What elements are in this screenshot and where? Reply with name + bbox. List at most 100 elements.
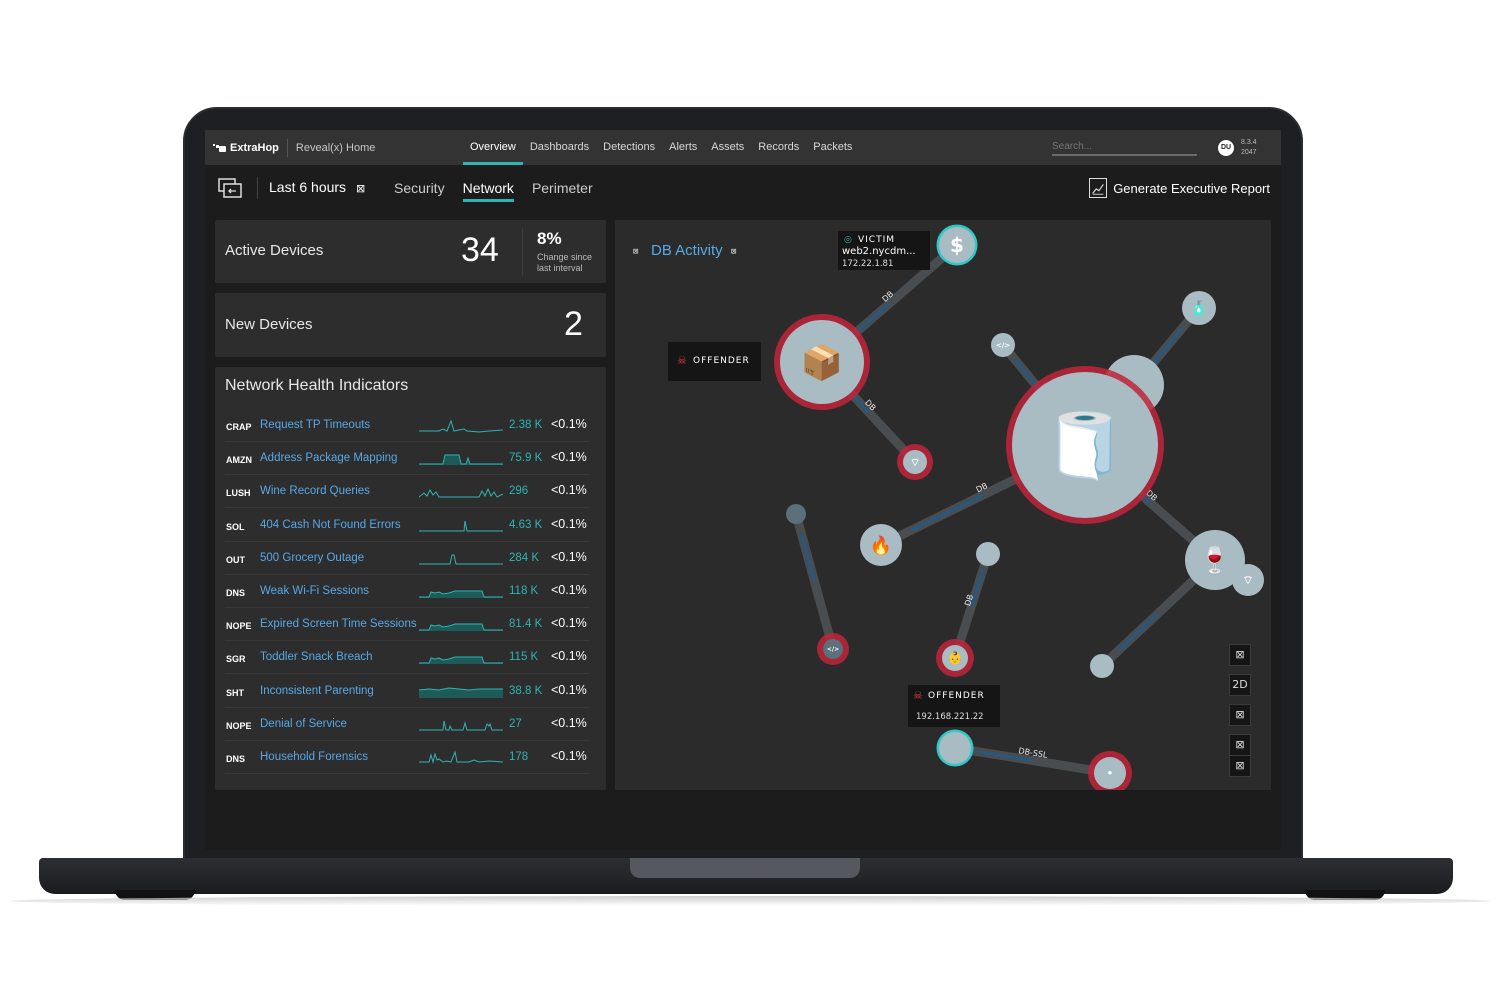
device-node-code[interactable]: </> <box>817 633 849 665</box>
nav-records[interactable]: Records <box>751 130 806 165</box>
indicator-value: 38.8 K <box>509 684 543 697</box>
dollar-icon: $ <box>950 233 964 257</box>
device-node: • <box>1107 769 1113 780</box>
indicator-percent: <0.1% <box>551 682 587 697</box>
indicator-link[interactable]: 500 Grocery Outage <box>260 552 364 564</box>
health-indicator-row[interactable]: NOPE Expired Screen Time Sessions 81.4 K <0… <box>225 608 589 642</box>
health-indicator-row[interactable]: DNS Household Forensics 178 <0.1% <box>225 741 589 774</box>
health-indicator-row[interactable]: AMZN Address Package Mapping 75.9 K <0.1% <box>225 442 589 476</box>
offender-tooltip: ☠ OFFENDER <box>668 342 761 381</box>
indicator-value: 118 K <box>509 585 539 597</box>
traffic-flow <box>911 493 984 532</box>
indicator-link[interactable]: 404 Cash Not Found Errors <box>260 519 401 531</box>
device-node-wifi[interactable]: ⌔ <box>1232 564 1264 596</box>
card-title: Active Devices <box>225 242 324 259</box>
tab-security[interactable]: Security <box>385 165 454 211</box>
brand-logo[interactable]: ExtraHop <box>213 142 279 154</box>
sparkline <box>419 590 503 598</box>
device-node-toilet-paper[interactable]: 🧻 <box>1006 366 1164 524</box>
user-avatar[interactable]: DU <box>1218 140 1234 156</box>
time-range-label: Last 6 hours <box>269 179 347 195</box>
device-node[interactable] <box>976 542 1000 566</box>
offender-ip: 192.168.221.22 <box>916 712 984 722</box>
spray-bottle-icon: 🧴 <box>1190 300 1207 317</box>
health-indicator-row[interactable]: CRAP Request TP Timeouts 2.38 K <0.1% <box>225 409 589 442</box>
offender-tooltip: ☠ OFFENDER 192.168.221.22 <box>908 685 1000 727</box>
health-indicator-row[interactable]: SGR Toddler Snack Breach 115 K <0.1% <box>225 641 589 675</box>
nav-dashboards[interactable]: Dashboards <box>523 130 596 165</box>
device-node[interactable] <box>786 504 806 524</box>
sparkline <box>419 419 503 433</box>
health-indicator-row[interactable]: SHT Inconsistent Parenting 38.8 K <0.1% <box>225 675 589 708</box>
indicator-link[interactable]: Wine Record Queries <box>260 485 370 497</box>
indicator-value: 2.38 K <box>509 419 543 431</box>
time-range-selector[interactable]: Last 6 hours ⊠ <box>269 179 365 195</box>
indicator-percent: <0.1% <box>551 715 587 730</box>
active-devices-card[interactable]: Active Devices 34 8% Change since last i… <box>215 220 606 283</box>
screen: ExtraHop Reveal(x) Home Overview Dashboa… <box>205 130 1281 850</box>
health-indicator-row[interactable]: OUT 500 Grocery Outage 284 K <0.1% <box>225 542 589 575</box>
nav-packets[interactable]: Packets <box>806 130 859 165</box>
indicator-percent: <0.1% <box>551 649 587 664</box>
victim-host: web2.nycdm... <box>842 246 916 257</box>
indicator-link[interactable]: Request TP Timeouts <box>260 419 370 431</box>
indicator-link[interactable]: Weak Wi-Fi Sessions <box>260 585 369 597</box>
indicator-link[interactable]: Inconsistent Parenting <box>260 685 374 697</box>
change-percent: 8% <box>537 229 562 248</box>
main-nav: Overview Dashboards Detections Alerts As… <box>463 130 859 165</box>
db-activity-graph[interactable]: ⊠ DB Activity ⊠ DBDBDBDBDBDBDBDB-SSL 📦$⌔… <box>615 220 1271 790</box>
report-label: Generate Executive Report <box>1113 180 1270 196</box>
protocol-tag: AMZN <box>226 455 252 466</box>
indicator-value: 115 K <box>509 651 539 664</box>
home-link[interactable]: Reveal(x) Home <box>296 142 375 154</box>
health-indicator-row[interactable]: LUSH Wine Record Queries 296 <0.1% <box>225 475 589 509</box>
tab-network[interactable]: Network <box>454 165 523 211</box>
zoom-control-button[interactable]: ⊠ <box>1229 644 1251 666</box>
device-node-code[interactable]: </> <box>991 333 1015 357</box>
device-node[interactable] <box>936 729 974 767</box>
nav-overview[interactable]: Overview <box>463 130 523 165</box>
zoom-out-button[interactable]: ⊠ <box>1229 755 1251 777</box>
view-control-button[interactable]: ⊠ <box>1229 704 1251 726</box>
health-indicator-row[interactable]: NOPE Denial of Service 27 <0.1% <box>225 708 589 741</box>
search-input[interactable] <box>1052 138 1197 156</box>
device-node[interactable]: • <box>1088 751 1132 790</box>
indicator-link[interactable]: Denial of Service <box>260 718 347 730</box>
tab-perimeter[interactable]: Perimeter <box>523 165 602 211</box>
fire-icon: 🔥 <box>870 534 892 556</box>
new-devices-card[interactable]: New Devices 2 <box>215 293 606 357</box>
indicator-link[interactable]: Address Package Mapping <box>260 452 397 464</box>
wifi-icon: ⌔ <box>910 456 920 469</box>
device-node-dollar[interactable]: $ <box>936 224 978 266</box>
wifi-icon: ⌔ <box>1242 573 1253 587</box>
indicator-percent: <0.1% <box>551 749 587 763</box>
device-node-package[interactable]: 📦 <box>774 314 870 410</box>
zoom-in-button[interactable]: ⊠ <box>1229 734 1251 756</box>
generate-report-button[interactable]: Generate Executive Report <box>1089 178 1270 198</box>
nav-detections[interactable]: Detections <box>596 130 662 165</box>
indicator-link[interactable]: Toddler Snack Breach <box>260 651 373 663</box>
health-indicator-row[interactable]: SOL 404 Cash Not Found Errors 4.63 K <0.1% <box>225 509 589 542</box>
device-node[interactable] <box>1090 654 1114 678</box>
device-node-spray-bottle[interactable]: 🧴 <box>1182 291 1216 325</box>
device-node-baby[interactable]: 👶 <box>936 639 974 677</box>
victim-ip: 172.22.1.81 <box>842 259 894 269</box>
divider <box>286 138 288 157</box>
indicator-link[interactable]: Household Forensics <box>260 751 368 763</box>
protocol-tag: LUSH <box>226 488 251 499</box>
version-info: 8.3.4 2047 <box>1241 138 1257 158</box>
target-icon: ◎ <box>844 235 852 245</box>
health-indicator-row[interactable]: DNS Weak Wi-Fi Sessions 118 K <0.1% <box>225 575 589 608</box>
device-node-fire[interactable]: 🔥 <box>860 524 902 566</box>
device-node-wifi[interactable]: ⌔ <box>897 444 933 480</box>
nav-assets[interactable]: Assets <box>704 130 751 165</box>
indicator-link[interactable]: Expired Screen Time Sessions <box>260 618 417 630</box>
nav-alerts[interactable]: Alerts <box>662 130 704 165</box>
indicator-percent: <0.1% <box>551 583 587 597</box>
protocol-tag: OUT <box>226 554 245 565</box>
return-screen-icon[interactable] <box>218 178 242 198</box>
2d-toggle-button[interactable]: 2D <box>1229 674 1251 696</box>
time-range-icon: ⊠ <box>355 183 366 195</box>
skull-icon: ☠ <box>913 689 923 702</box>
card-title: Network Health Indicators <box>225 377 409 394</box>
